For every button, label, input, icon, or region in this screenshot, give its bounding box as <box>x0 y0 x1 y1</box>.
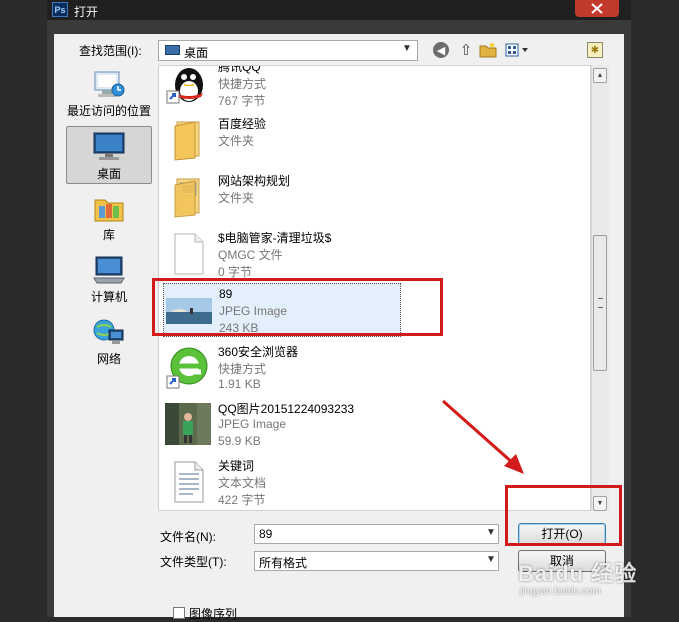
filename-input[interactable]: 89 <box>254 524 499 544</box>
text-document-icon <box>174 461 204 503</box>
360-browser-icon <box>166 347 208 389</box>
file-type: 文本文档 <box>218 476 267 490</box>
image-sequence-checkbox[interactable] <box>173 607 185 619</box>
file-item-qmgc[interactable]: $电脑管家-清理垃圾$ QMGC 文件 0 字节 <box>163 226 401 280</box>
file-size: 1.91 KB <box>218 377 261 391</box>
qq-penguin-icon <box>166 68 203 104</box>
filetype-select[interactable]: 所有格式 <box>254 551 499 571</box>
file-name: 百度经验 <box>218 117 267 131</box>
place-network[interactable]: 网络 <box>66 316 152 368</box>
file-type: 文件夹 <box>218 191 255 205</box>
place-label: 网络 <box>96 352 121 366</box>
place-computer[interactable]: 计算机 <box>66 254 152 306</box>
scrollbar-thumb[interactable] <box>593 235 607 371</box>
desktop-small-icon <box>165 45 180 55</box>
computer-icon <box>93 256 125 284</box>
file-name: $电脑管家-清理垃圾$ <box>218 231 332 245</box>
place-desktop[interactable]: 桌面 <box>66 126 152 184</box>
file-type: QMGC 文件 <box>218 248 283 262</box>
lookin-value: 桌面 <box>184 46 209 60</box>
file-item-qq-image[interactable]: QQ图片20151224093233 JPEG Image 59.9 KB <box>163 397 401 451</box>
chevron-down-icon[interactable]: ▼ <box>486 554 496 565</box>
folder-icon <box>174 178 200 218</box>
file-size: 767 字节 <box>218 94 266 108</box>
file-item-360-browser[interactable]: 360安全浏览器 快捷方式 1.91 KB <box>163 340 401 394</box>
file-item-folder[interactable]: 百度经验 文件夹 <box>163 112 401 166</box>
places-bar: 最近访问的位置 桌面 库 计算机 网络 <box>62 64 156 508</box>
file-item-folder[interactable]: 网站架构规划 文件夹 <box>163 169 401 223</box>
place-label: 库 <box>102 228 115 242</box>
image-sequence-label: 图像序列 <box>189 607 238 621</box>
favorites-icon[interactable]: ✱ <box>587 42 603 58</box>
annotation-highlight-open <box>505 485 622 546</box>
filetype-label: 文件类型(T): <box>160 555 227 569</box>
grip-icon <box>598 298 603 308</box>
place-recent[interactable]: 最近访问的位置 <box>66 68 152 124</box>
chevron-down-icon[interactable]: ▼ <box>486 527 496 538</box>
file-type: JPEG Image <box>218 417 287 431</box>
file-name: 关键词 <box>218 459 255 473</box>
file-name: 360安全浏览器 <box>218 345 299 359</box>
baidu-watermark-url: jingyan.baidu.com <box>520 586 601 597</box>
filename-label: 文件名(N): <box>160 530 216 544</box>
file-type: 文件夹 <box>218 134 255 148</box>
file-type: 快捷方式 <box>218 77 267 91</box>
file-size: 59.9 KB <box>218 434 261 448</box>
place-label: 最近访问的位置 <box>66 104 151 118</box>
place-libraries[interactable]: 库 <box>66 192 152 244</box>
close-button[interactable] <box>575 0 619 17</box>
annotation-arrow-icon <box>442 399 524 474</box>
file-type: 快捷方式 <box>218 362 267 376</box>
file-name: 腾讯QQ <box>218 65 261 74</box>
folder-icon <box>174 121 200 161</box>
blank-file-icon <box>174 233 204 275</box>
vertical-scrollbar[interactable]: ▲ ▼ <box>591 65 609 511</box>
place-label: 桌面 <box>96 167 121 181</box>
lookin-label: 查找范围(I): <box>79 44 142 58</box>
network-icon <box>93 319 124 344</box>
new-folder-icon[interactable] <box>479 42 497 58</box>
baidu-watermark: Baidu 经验 <box>518 561 638 586</box>
up-folder-icon[interactable]: ⇧ <box>457 41 475 59</box>
close-icon <box>591 3 603 14</box>
file-name: 网站架构规划 <box>218 174 291 188</box>
file-item-keywords[interactable]: 关键词 文本文档 422 字节 <box>163 454 401 508</box>
photo-thumbnail <box>165 403 211 445</box>
file-item-qq[interactable]: 腾讯QQ 快捷方式 767 字节 <box>163 65 401 109</box>
recent-places-icon <box>94 71 125 97</box>
view-menu-icon[interactable] <box>504 42 532 58</box>
scroll-up-arrow-icon[interactable]: ▲ <box>593 68 607 83</box>
back-arrow-icon[interactable]: ◀ <box>433 42 449 58</box>
libraries-icon <box>94 199 124 222</box>
annotation-highlight-file <box>152 278 443 336</box>
file-size: 422 字节 <box>218 493 266 507</box>
desktop-icon <box>93 132 125 160</box>
window-title: 打开 <box>74 5 99 19</box>
chevron-down-icon[interactable]: ▼ <box>402 43 412 54</box>
photoshop-app-icon: Ps <box>52 2 68 17</box>
title-bar <box>47 0 631 20</box>
place-label: 计算机 <box>90 290 127 304</box>
file-name: QQ图片20151224093233 <box>218 402 355 416</box>
